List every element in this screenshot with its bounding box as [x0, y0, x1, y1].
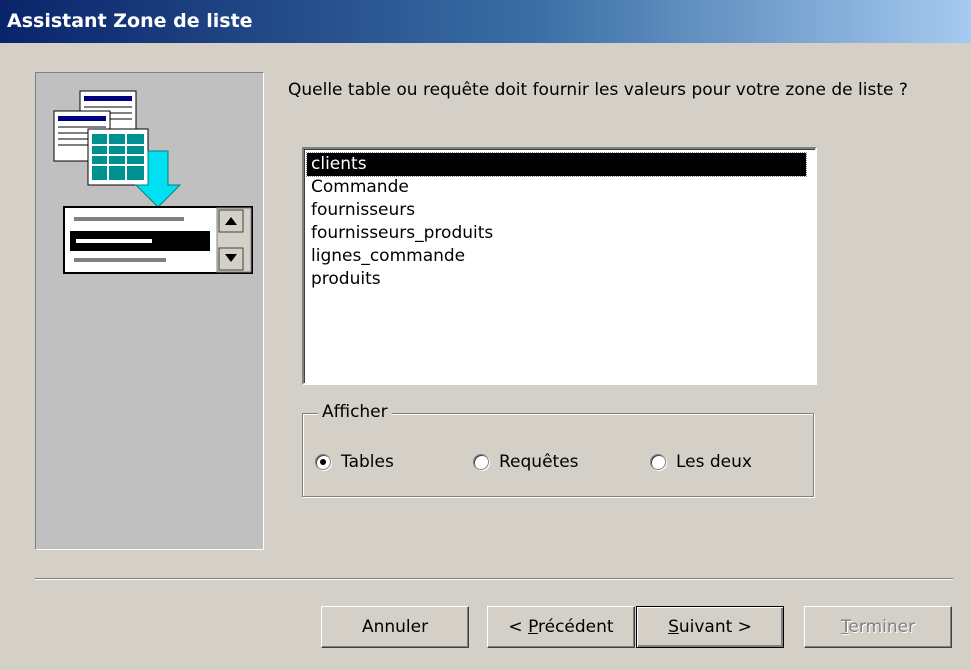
footer-separator	[35, 578, 953, 580]
list-item[interactable]: Commande	[307, 176, 806, 199]
window-title: Assistant Zone de liste	[0, 0, 971, 43]
radio-both[interactable]: Les deux	[650, 450, 752, 474]
list-box-icon	[63, 206, 253, 274]
radio-queries[interactable]: Requêtes	[473, 450, 579, 474]
button-label: <	[508, 617, 529, 637]
radio-label: Les deux	[676, 452, 752, 472]
button-label: erminer	[848, 617, 916, 637]
list-item[interactable]: fournisseurs_produits	[307, 222, 806, 245]
radio-button[interactable]	[473, 454, 489, 470]
list-item[interactable]: clients	[306, 152, 807, 177]
cancel-button[interactable]: Annuler	[321, 606, 469, 648]
list-item[interactable]: lignes_commande	[307, 245, 806, 268]
wizard-question: Quelle table ou requête doit fournir les…	[288, 80, 908, 100]
table-listbox[interactable]: clients Commande fournisseurs fournisseu…	[302, 147, 817, 385]
list-item[interactable]: fournisseurs	[307, 199, 806, 222]
list-item[interactable]: produits	[307, 268, 806, 291]
radio-label: Tables	[341, 452, 394, 472]
back-button[interactable]: < Précédent	[487, 606, 635, 648]
next-button[interactable]: Suivant >	[636, 606, 784, 648]
button-label: uivant >	[678, 617, 752, 637]
show-groupbox: Afficher Tables Requêtes Les deux	[302, 402, 814, 497]
button-label: récédent	[538, 617, 614, 637]
accelerator-key: S	[668, 617, 679, 637]
radio-button-checked[interactable]	[315, 454, 331, 470]
radio-label: Requêtes	[499, 452, 579, 472]
radio-tables[interactable]: Tables	[315, 450, 394, 474]
accelerator-key: P	[528, 617, 539, 637]
groupbox-legend: Afficher	[318, 402, 392, 422]
wizard-illustration	[35, 72, 264, 550]
table-stack-icon	[53, 90, 149, 186]
radio-button[interactable]	[650, 454, 666, 470]
finish-button[interactable]: Terminer	[804, 606, 952, 648]
